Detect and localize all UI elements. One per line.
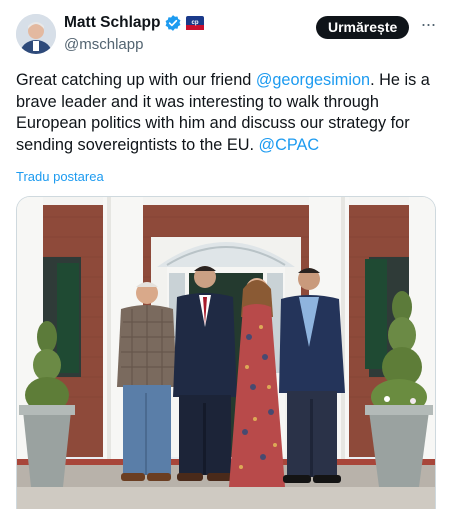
tweet-text: Great catching up with our friend @georg… xyxy=(16,70,440,156)
photo-image xyxy=(17,197,435,509)
author-display-name[interactable]: Matt Schlapp xyxy=(64,14,160,32)
avatar-image xyxy=(16,14,56,54)
more-options-icon[interactable]: ··· xyxy=(418,15,438,37)
author-name-line: Matt Schlapp cp xyxy=(64,14,205,32)
flag-badge-icon: cp xyxy=(186,16,205,30)
tweet-text-part: Great catching up with our friend xyxy=(16,71,256,89)
mention-link[interactable]: @CPAC xyxy=(259,136,320,154)
translate-link[interactable]: Tradu postarea xyxy=(16,169,104,184)
verified-check-icon xyxy=(166,15,181,31)
tweet-header: Matt Schlapp cp @mschlapp Urmărește ··· xyxy=(0,0,452,62)
author-handle[interactable]: @mschlapp xyxy=(64,36,143,53)
mention-link[interactable]: @georgesimion xyxy=(256,71,370,89)
tweet-photo[interactable] xyxy=(16,196,436,509)
svg-text:cp: cp xyxy=(192,20,199,26)
follow-button[interactable]: Urmărește xyxy=(316,16,410,39)
author-avatar[interactable] xyxy=(16,14,56,54)
